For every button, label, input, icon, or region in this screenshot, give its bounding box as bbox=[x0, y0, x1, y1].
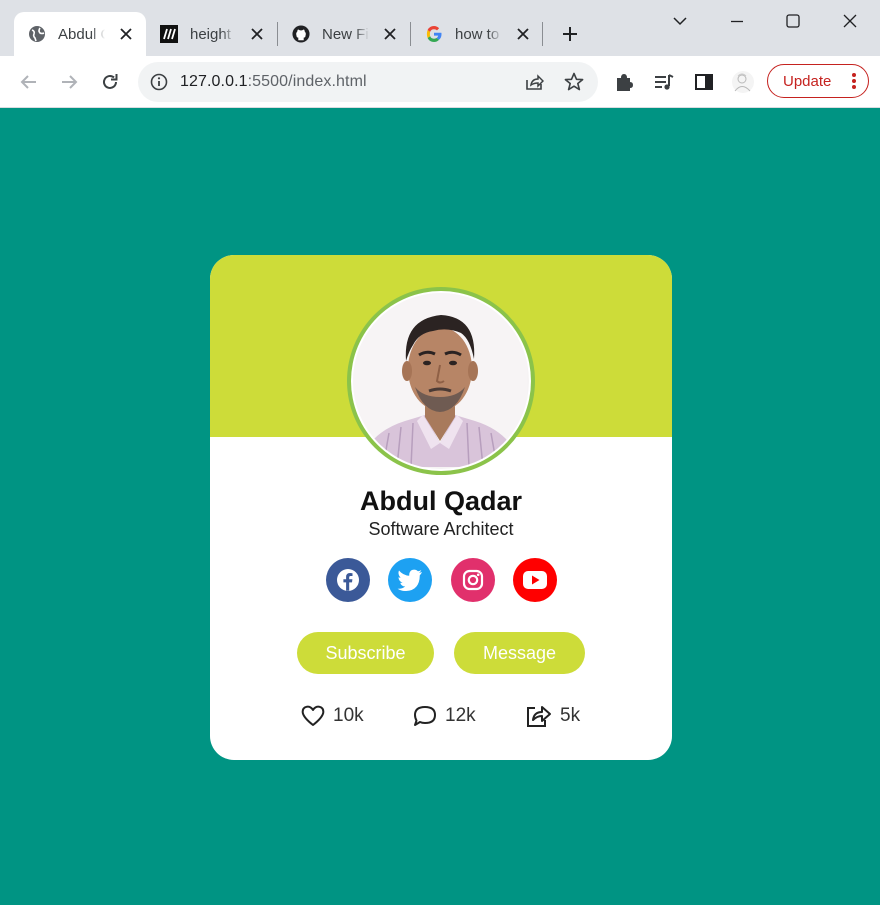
arrow-left-icon bbox=[20, 75, 36, 89]
instagram-button[interactable] bbox=[451, 558, 495, 602]
profile-card: Abdul Qadar Software Architect Subscribe… bbox=[210, 255, 672, 760]
url-path: :5500/index.html bbox=[247, 73, 367, 90]
share-page-button[interactable] bbox=[522, 70, 546, 94]
tab-new-file[interactable]: New File bbox=[278, 12, 410, 56]
share-icon bbox=[527, 706, 551, 727]
maximize-icon bbox=[786, 14, 800, 28]
youtube-icon bbox=[523, 571, 547, 589]
new-tab-button[interactable] bbox=[556, 20, 584, 48]
youtube-button[interactable] bbox=[513, 558, 557, 602]
facebook-icon bbox=[337, 569, 359, 591]
close-window-button[interactable] bbox=[830, 6, 870, 36]
comments-count: 12k bbox=[445, 705, 476, 726]
playlist-icon bbox=[655, 74, 674, 90]
tab-separator bbox=[542, 22, 543, 46]
tab-search-button[interactable] bbox=[660, 6, 700, 36]
minimize-icon bbox=[731, 20, 743, 23]
update-label: Update bbox=[783, 72, 832, 90]
profile-button[interactable] bbox=[729, 68, 757, 96]
maximize-button[interactable] bbox=[773, 6, 813, 36]
browser-toolbar: 127.0.0.1:5500/index.html Update bbox=[0, 56, 880, 108]
url-host: 127.0.0.1 bbox=[180, 73, 248, 90]
close-tab-icon[interactable] bbox=[516, 26, 532, 42]
side-panel-button[interactable] bbox=[690, 68, 718, 96]
chevron-down-icon bbox=[673, 17, 687, 26]
reload-button[interactable] bbox=[94, 66, 126, 98]
twitter-icon bbox=[397, 569, 422, 591]
plus-icon bbox=[563, 27, 577, 41]
profile-avatar-icon bbox=[732, 71, 754, 93]
tab-how-to[interactable]: how to bbox=[411, 12, 543, 56]
tab-title: height bbox=[190, 25, 231, 43]
mdn-icon bbox=[160, 25, 178, 43]
subscribe-button[interactable]: Subscribe bbox=[297, 632, 434, 674]
star-icon bbox=[564, 72, 584, 91]
heart-icon bbox=[301, 705, 325, 726]
share-icon bbox=[526, 74, 544, 90]
shares-stat[interactable]: 5k bbox=[526, 703, 580, 729]
arrow-right-icon bbox=[62, 75, 78, 89]
github-icon bbox=[292, 25, 310, 43]
forward-button[interactable] bbox=[53, 66, 85, 98]
globe-icon bbox=[28, 25, 46, 43]
minimize-button[interactable] bbox=[717, 6, 757, 36]
tab-title: Abdul Qadar bbox=[58, 25, 105, 43]
info-icon[interactable] bbox=[150, 73, 168, 91]
google-icon bbox=[425, 25, 443, 43]
tab-strip: Abdul Qadar height New File bbox=[0, 0, 880, 56]
close-tab-icon[interactable] bbox=[119, 26, 135, 42]
tab-abdul-qadar[interactable]: Abdul Qadar bbox=[14, 12, 146, 56]
tab-title: New File bbox=[322, 25, 369, 43]
page-background: Abdul Qadar Software Architect Subscribe… bbox=[0, 108, 880, 905]
media-controls-button[interactable] bbox=[650, 68, 678, 96]
more-vert-icon bbox=[852, 73, 856, 89]
facebook-button[interactable] bbox=[326, 558, 370, 602]
close-tab-icon[interactable] bbox=[383, 26, 399, 42]
avatar bbox=[347, 287, 535, 475]
tab-height[interactable]: height bbox=[146, 12, 276, 56]
url-text: 127.0.0.1:5500/index.html bbox=[180, 73, 367, 91]
update-button[interactable]: Update bbox=[767, 64, 869, 98]
close-icon bbox=[843, 14, 857, 28]
profile-photo bbox=[353, 293, 529, 469]
back-button[interactable] bbox=[13, 66, 45, 98]
likes-stat[interactable]: 10k bbox=[301, 703, 364, 729]
side-panel-icon bbox=[695, 74, 713, 90]
message-button[interactable]: Message bbox=[454, 632, 585, 674]
address-bar[interactable]: 127.0.0.1:5500/index.html bbox=[138, 62, 598, 102]
instagram-icon bbox=[462, 569, 484, 591]
bookmark-button[interactable] bbox=[562, 70, 586, 94]
comment-icon bbox=[414, 706, 436, 726]
extensions-button[interactable] bbox=[610, 68, 638, 96]
shares-count: 5k bbox=[560, 705, 581, 726]
comments-stat[interactable]: 12k bbox=[413, 703, 476, 729]
profile-role: Software Architect bbox=[368, 519, 514, 539]
twitter-button[interactable] bbox=[388, 558, 432, 602]
reload-icon bbox=[103, 74, 118, 89]
likes-count: 10k bbox=[333, 705, 364, 726]
tab-title: how to bbox=[455, 25, 500, 43]
puzzle-icon bbox=[617, 74, 633, 91]
profile-name: Abdul Qadar bbox=[359, 486, 522, 516]
close-tab-icon[interactable] bbox=[249, 26, 264, 42]
